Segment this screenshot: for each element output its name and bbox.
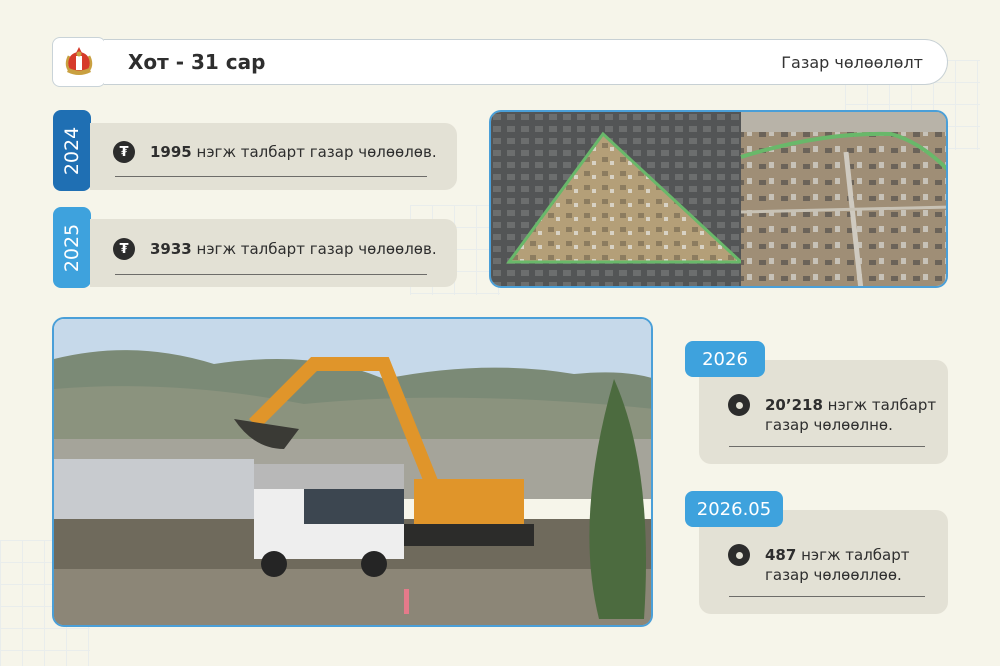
excavator-image (54, 319, 651, 625)
aerial-image (491, 112, 946, 286)
info-card-2024: ₮ 1995 нэгж талбарт газар чөлөөлөв. (90, 123, 457, 190)
header-bar: Хот - 31 сар Газар чөлөөлөлт (104, 39, 948, 85)
info-description: нэгж талбарт газар чөлөөлөв. (191, 240, 437, 258)
page-title: Хот - 31 сар (128, 50, 266, 74)
plan-text: 487 нэгж талбарт газар чөлөөллөө. (765, 545, 910, 585)
plan-line-2: газар чөлөөллөө. (765, 566, 902, 584)
info-number: 1995 (150, 143, 192, 161)
plan-number: 20’218 (765, 396, 823, 414)
info-card-2025: ₮ 3933 нэгж талбарт газар чөлөөлөв. (90, 219, 457, 287)
section-label: Газар чөлөөлөлт (781, 53, 923, 72)
location-pin-icon (728, 544, 750, 566)
divider (729, 446, 925, 447)
year-label: 2024 (61, 126, 84, 175)
tugrik-coin-icon: ₮ (113, 141, 135, 163)
plan-line-2: газар чөлөөлнө. (765, 416, 893, 434)
year-tab-2025: 2025 (53, 207, 91, 288)
year-label: 2025 (61, 223, 84, 272)
info-text: 3933 нэгж талбарт газар чөлөөлөв. (150, 240, 437, 258)
divider (729, 596, 925, 597)
plan-unit: нэгж талбарт (822, 396, 937, 414)
year-tab-2024: 2024 (53, 110, 91, 191)
tugrik-coin-icon: ₮ (113, 238, 135, 260)
info-number: 3933 (150, 240, 192, 258)
plan-line-1: 487 нэгж талбарт (765, 545, 910, 565)
plan-label-2026: 2026 (685, 341, 765, 377)
plan-text: 20’218 нэгж талбарт газар чөлөөлнө. (765, 395, 936, 435)
divider (115, 274, 427, 275)
divider (115, 176, 427, 177)
plan-line-1: 20’218 нэгж талбарт (765, 395, 936, 415)
info-description: нэгж талбарт газар чөлөөлөв. (191, 143, 437, 161)
info-text: 1995 нэгж талбарт газар чөлөөлөв. (150, 143, 437, 161)
logo (52, 37, 106, 87)
aerial-photo (489, 110, 948, 288)
plan-label-2026-05: 2026.05 (685, 491, 783, 527)
plan-number: 487 (765, 546, 797, 564)
soyombo-emblem-icon (65, 47, 93, 75)
plan-unit: нэгж талбарт (796, 546, 910, 564)
construction-photo (52, 317, 653, 627)
location-pin-icon (728, 394, 750, 416)
